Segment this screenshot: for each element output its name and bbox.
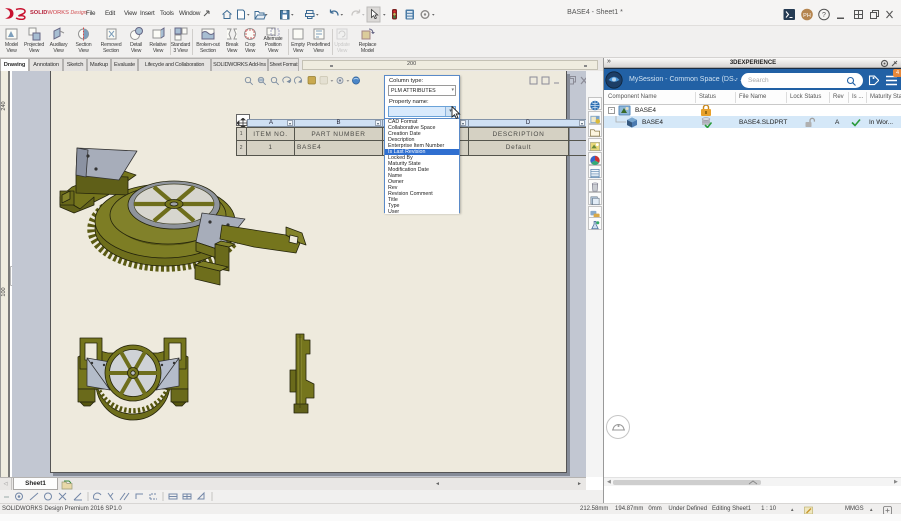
svg-text:?: ? bbox=[822, 12, 826, 19]
svg-text:PH: PH bbox=[803, 13, 811, 19]
